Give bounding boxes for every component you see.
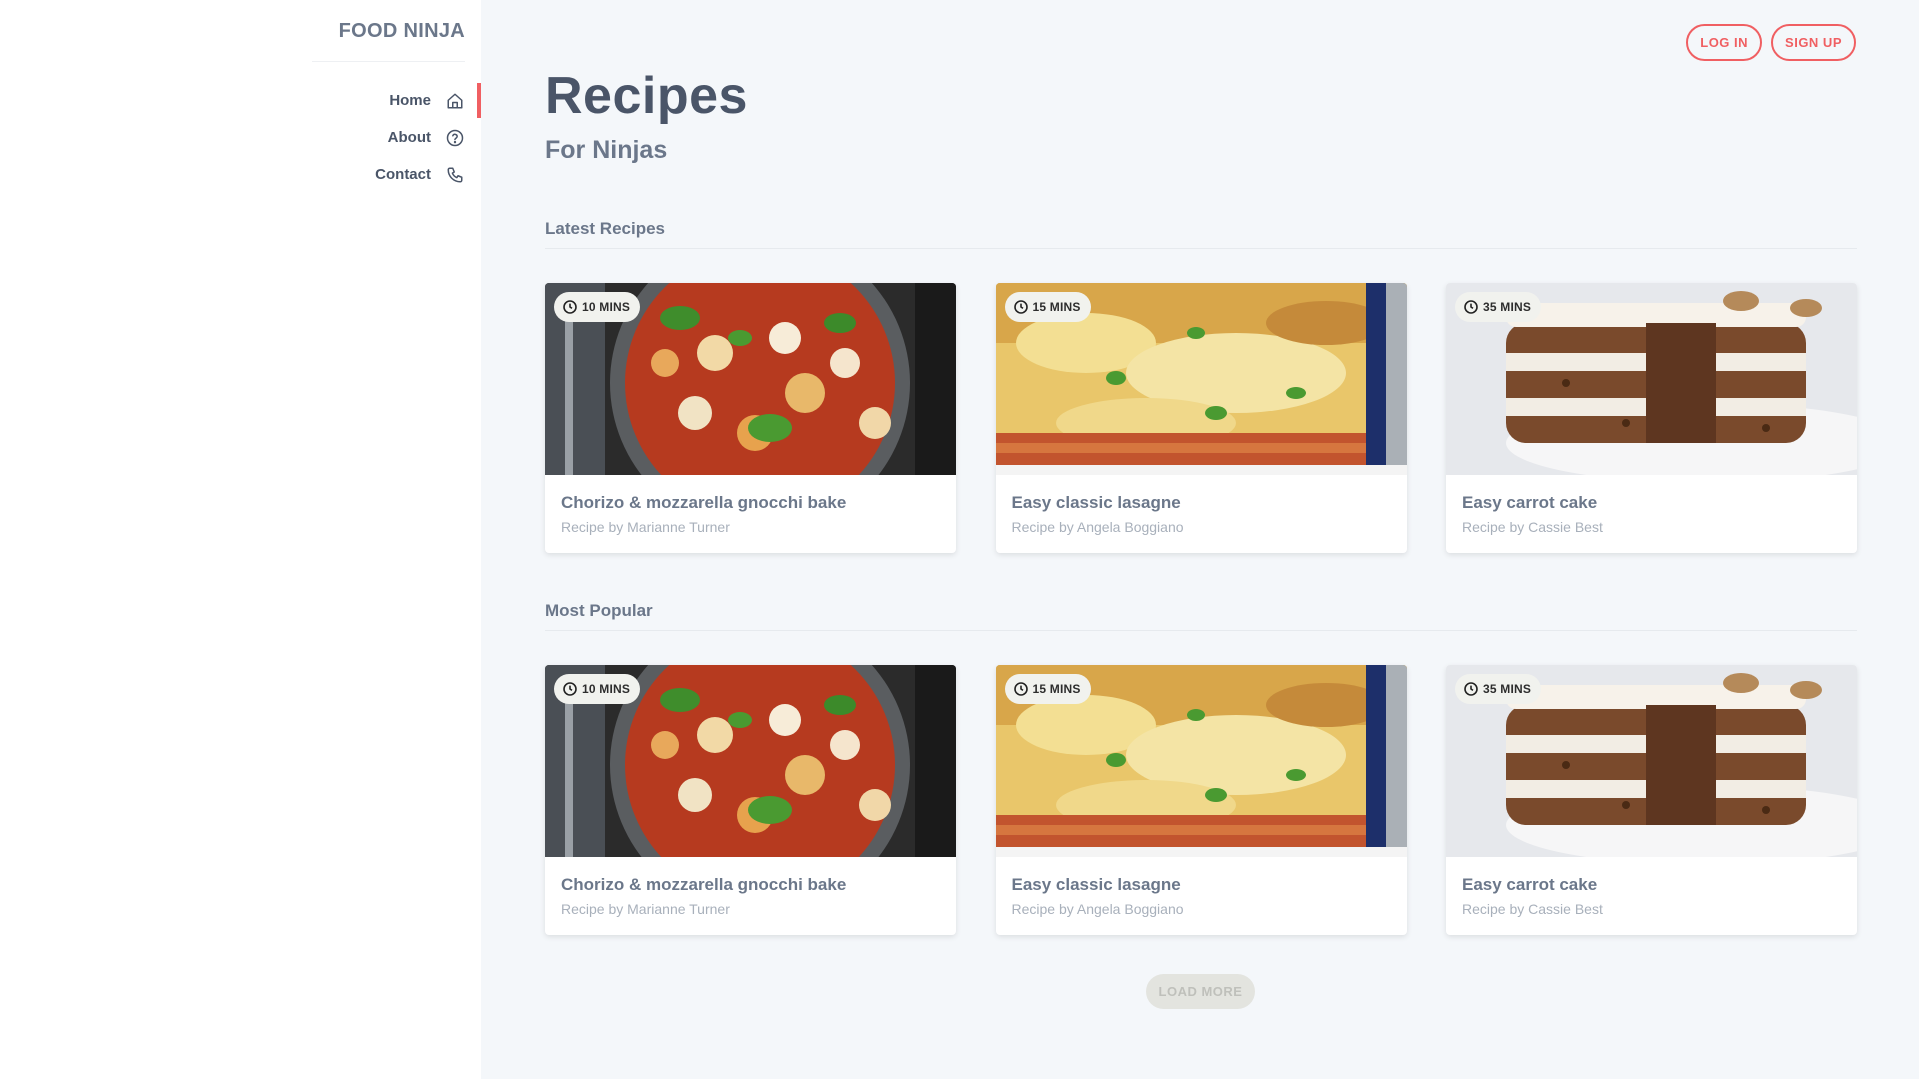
brand-logo[interactable]: FOOD NINJA [312,16,465,62]
login-button[interactable]: LOG IN [1686,24,1763,61]
nav-item-label: Home [389,92,431,109]
recipe-author: Recipe by Angela Boggiano [1011,901,1184,917]
recipe-title[interactable]: Easy classic lasagne [1012,493,1391,513]
recipe-image-carrot-cake: 35 MINS [1446,665,1857,857]
recipe-card[interactable]: 10 MINS Chorizo & mozzarella gnocchi bak… [545,665,956,935]
recipe-title[interactable]: Chorizo & mozzarella gnocchi bake [561,493,940,513]
signup-button[interactable]: SIGN UP [1771,24,1856,61]
recipe-image-gnocchi-bake: 10 MINS [545,665,956,857]
help-circle-icon [445,128,465,148]
cook-time: 10 MINS [582,682,631,696]
phone-icon [445,165,465,185]
cook-time-badge: 35 MINS [1455,292,1542,322]
recipe-card[interactable]: 15 MINS Easy classic lasagne Recipe by A… [995,283,1407,553]
cook-time: 15 MINS [1032,682,1081,696]
cook-time: 10 MINS [582,300,631,314]
clock-icon [1013,299,1029,315]
clock-icon [1463,299,1479,315]
recipe-image-carrot-cake: 35 MINS [1446,283,1857,475]
page-subtitle: For Ninjas [545,136,668,164]
cook-time: 35 MINS [1483,682,1532,696]
cook-time-badge: 15 MINS [1004,674,1091,704]
recipe-image-lasagne: 15 MINS [995,283,1407,475]
nav-item-label: About [387,129,431,146]
page-title: Recipes [545,67,748,125]
recipe-author: Recipe by Marianne Turner [561,519,730,535]
cook-time-badge: 10 MINS [554,674,641,704]
recipe-card[interactable]: 35 MINS Easy carrot cake Recipe by Cassi… [1446,283,1857,553]
section-heading-latest: Latest Recipes [545,219,1857,249]
clock-icon [1013,681,1029,697]
cook-time-badge: 35 MINS [1455,674,1542,704]
cook-time: 15 MINS [1032,300,1081,314]
nav-item-label: Contact [375,166,431,183]
nav-item-about[interactable]: About [340,119,481,156]
recipe-title[interactable]: Easy carrot cake [1462,493,1841,513]
clock-icon [562,681,578,697]
recipe-title[interactable]: Easy classic lasagne [1012,875,1391,895]
recipe-image-lasagne: 15 MINS [995,665,1407,857]
recipe-image-gnocchi-bake: 10 MINS [545,283,956,475]
nav-item-contact[interactable]: Contact [340,156,481,193]
recipe-card[interactable]: 35 MINS Easy carrot cake Recipe by Cassi… [1446,665,1857,935]
latest-recipes-grid: 10 MINS Chorizo & mozzarella gnocchi bak… [545,283,1857,553]
cook-time-badge: 10 MINS [554,292,641,322]
auth-buttons: LOG IN SIGN UP [1686,24,1856,61]
clock-icon [562,299,578,315]
recipe-title[interactable]: Easy carrot cake [1462,875,1841,895]
sidebar-nav: Home About Contact [340,82,481,193]
main-content: LOG IN SIGN UP Recipes For Ninjas Latest… [481,0,1919,1079]
nav-item-home[interactable]: Home [340,82,481,119]
recipe-author: Recipe by Marianne Turner [561,901,730,917]
recipe-card[interactable]: 10 MINS Chorizo & mozzarella gnocchi bak… [545,283,956,553]
recipe-card[interactable]: 15 MINS Easy classic lasagne Recipe by A… [995,665,1407,935]
recipe-author: Recipe by Angela Boggiano [1011,519,1184,535]
home-icon [445,91,465,111]
popular-recipes-grid: 10 MINS Chorizo & mozzarella gnocchi bak… [545,665,1857,935]
page: FOOD NINJA Home About Contact LOG IN SIG… [0,0,1919,1079]
load-more-button[interactable]: LOAD MORE [1146,974,1255,1009]
recipe-title[interactable]: Chorizo & mozzarella gnocchi bake [561,875,940,895]
cook-time: 35 MINS [1483,300,1532,314]
recipe-author: Recipe by Cassie Best [1462,519,1603,535]
cook-time-badge: 15 MINS [1004,292,1091,322]
section-heading-popular: Most Popular [545,601,1857,631]
recipe-author: Recipe by Cassie Best [1462,901,1603,917]
clock-icon [1463,681,1479,697]
sidebar: FOOD NINJA Home About Contact [0,0,481,1079]
